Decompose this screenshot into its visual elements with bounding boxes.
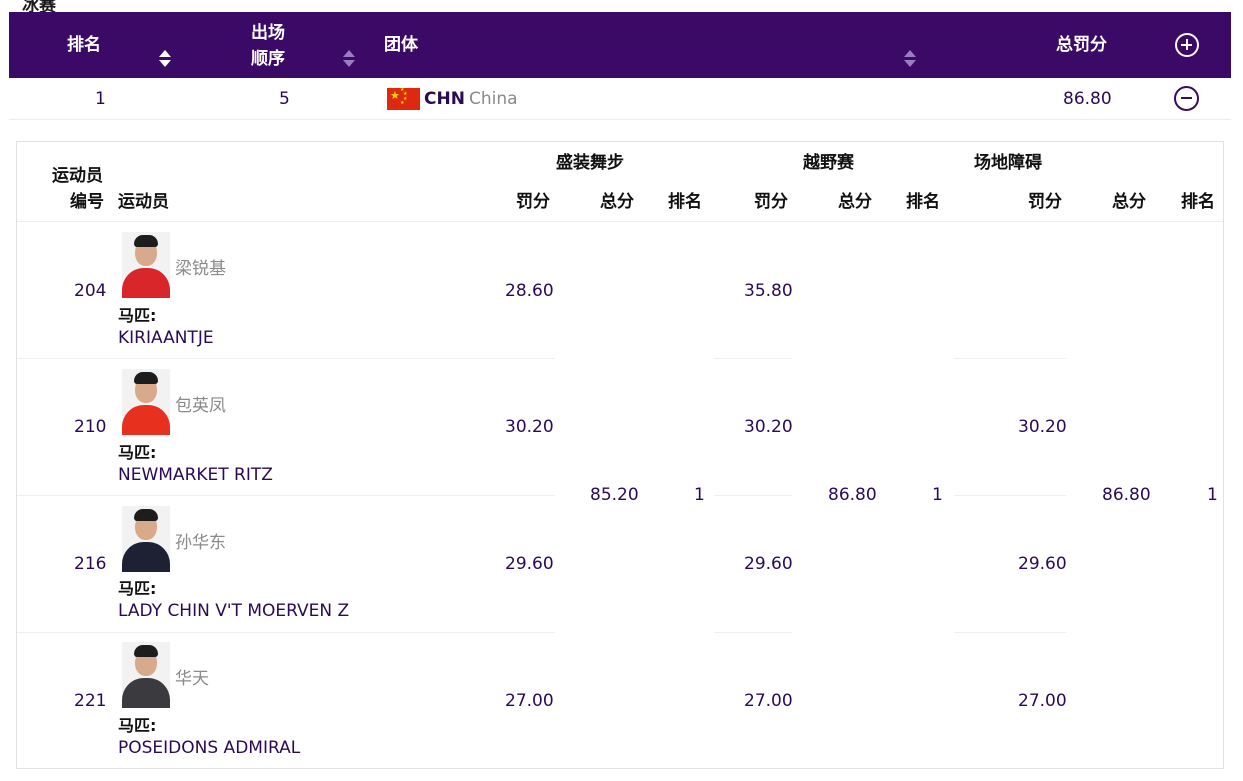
- rider-number: 221: [74, 691, 107, 711]
- jumping-rank: 1: [1207, 485, 1218, 505]
- divider: [17, 495, 555, 496]
- horse-label: 马匹:: [118, 579, 157, 598]
- rider-name[interactable]: 包英凤: [175, 391, 226, 416]
- phase-jumping: 场地障碍: [974, 153, 1042, 173]
- horse-label: 马匹:: [118, 716, 157, 735]
- header-order-line1[interactable]: 出场: [251, 22, 285, 44]
- sub-penalty-cross: 罚分: [754, 192, 788, 212]
- jumping-total: 86.80: [1102, 485, 1151, 505]
- dressage-penalty: 27.00: [505, 691, 554, 711]
- team-total: 86.80: [1063, 89, 1112, 109]
- jumping-penalty: 30.20: [1018, 417, 1067, 437]
- results-table-header: 排名 出场 顺序 团体 总罚分: [9, 12, 1231, 78]
- sort-order-icon[interactable]: [343, 50, 355, 68]
- horse-name: POSEIDONS ADMIRAL: [118, 738, 301, 758]
- rider-number: 210: [74, 417, 107, 437]
- sub-total-cross: 总分: [838, 192, 872, 212]
- divider: [714, 632, 792, 633]
- sub-rank-cross: 排名: [906, 192, 940, 212]
- divider: [17, 632, 555, 633]
- plus-circle-icon[interactable]: [1175, 33, 1199, 57]
- col-athlete: 运动员: [118, 192, 169, 212]
- sub-penalty-dressage: 罚分: [516, 192, 550, 212]
- col-athlete-no-line1: 运动员: [52, 166, 103, 186]
- header-order-line2[interactable]: 顺序: [251, 48, 285, 70]
- sort-rank-icon[interactable]: [159, 50, 171, 68]
- athlete-photo: [122, 369, 170, 435]
- dressage-penalty: 29.60: [505, 554, 554, 574]
- divider: [954, 495, 1066, 496]
- minus-circle-icon[interactable]: [1174, 86, 1199, 111]
- rider-name[interactable]: 华天: [175, 664, 209, 689]
- sub-total-dressage: 总分: [600, 192, 634, 212]
- sort-team-icon[interactable]: [904, 50, 916, 68]
- athlete-photo: [122, 232, 170, 298]
- flag-cn-icon: ★ ★ ★ ★ ★: [387, 88, 420, 110]
- sub-total-jumping: 总分: [1112, 192, 1146, 212]
- horse-label: 马匹:: [118, 443, 157, 462]
- divider: [714, 495, 792, 496]
- jumping-penalty: 29.60: [1018, 554, 1067, 574]
- rider-number: 204: [74, 281, 107, 301]
- team-country: China: [469, 89, 518, 109]
- sub-rank-jumping: 排名: [1181, 192, 1215, 212]
- team-code: CHN: [424, 89, 465, 109]
- divider: [17, 358, 555, 359]
- phase-dressage: 盛装舞步: [556, 153, 624, 173]
- sub-penalty-jumping: 罚分: [1028, 192, 1062, 212]
- divider: [954, 358, 1066, 359]
- horse-name: KIRIAANTJE: [118, 328, 214, 348]
- team-detail-panel: 运动员 编号 运动员 盛装舞步 越野赛 场地障碍 罚分 总分 排名 罚分 总分 …: [16, 141, 1224, 769]
- dressage-total: 85.20: [590, 485, 639, 505]
- athlete-photo: [122, 506, 170, 572]
- cross-rank: 1: [932, 485, 943, 505]
- jumping-penalty: 27.00: [1018, 691, 1067, 711]
- header-rank[interactable]: 排名: [67, 34, 101, 56]
- cross-penalty: 29.60: [744, 554, 793, 574]
- sub-rank-dressage: 排名: [668, 192, 702, 212]
- rider-number: 216: [74, 554, 107, 574]
- horse-label: 马匹:: [118, 306, 157, 325]
- team-rank: 1: [95, 89, 106, 109]
- dressage-rank: 1: [694, 485, 705, 505]
- team-row[interactable]: 1 5 ★ ★ ★ ★ ★ CHN China 86.80: [9, 78, 1231, 120]
- rider-name[interactable]: 梁锐基: [175, 254, 226, 279]
- header-team[interactable]: 团体: [384, 34, 418, 56]
- cross-penalty: 30.20: [744, 417, 793, 437]
- horse-name: LADY CHIN V'T MOERVEN Z: [118, 601, 350, 621]
- divider: [954, 632, 1066, 633]
- horse-name: NEWMARKET RITZ: [118, 465, 273, 485]
- athlete-photo: [122, 642, 170, 708]
- divider: [17, 221, 1223, 222]
- divider: [714, 358, 792, 359]
- phase-cross-country: 越野赛: [803, 153, 854, 173]
- cross-total: 86.80: [828, 485, 877, 505]
- dressage-penalty: 28.60: [505, 281, 554, 301]
- dressage-penalty: 30.20: [505, 417, 554, 437]
- col-athlete-no-line2: 编号: [70, 192, 104, 212]
- rider-name[interactable]: 孙华东: [175, 528, 226, 553]
- team-order: 5: [279, 89, 290, 109]
- cross-penalty: 35.80: [744, 281, 793, 301]
- cross-penalty: 27.00: [744, 691, 793, 711]
- header-total-penalty[interactable]: 总罚分: [1056, 34, 1107, 56]
